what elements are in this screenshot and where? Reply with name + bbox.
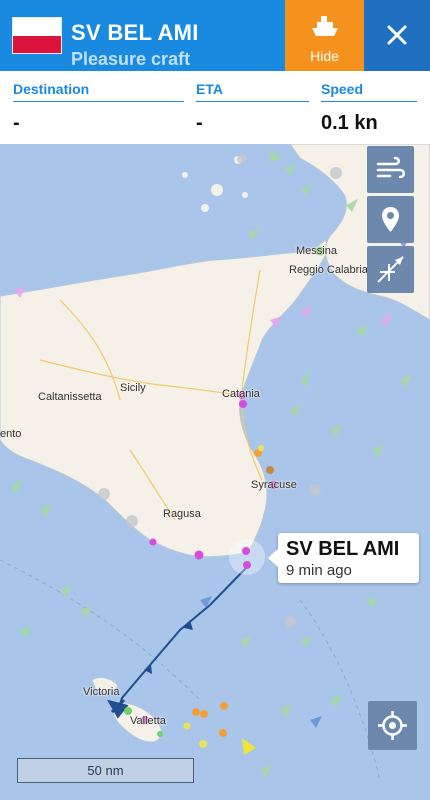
place-reggio-calabria: Reggio Calabria <box>289 264 368 276</box>
destination-label: Destination <box>13 81 184 102</box>
eta-field: ETA - <box>196 81 309 135</box>
flag-icon <box>12 17 62 54</box>
locate-button[interactable] <box>368 701 417 750</box>
wind-layer-button[interactable] <box>367 146 414 193</box>
place-valletta: Valletta <box>130 715 166 727</box>
place-sicily: Sicily <box>120 382 146 394</box>
destination-value: - <box>13 112 20 134</box>
voyage-info-panel: Destination - ETA - Speed 0.1 kn <box>0 71 430 144</box>
speed-label: Speed <box>321 81 417 102</box>
speed-value: 0.1 kn <box>321 112 378 134</box>
route-layer-button[interactable] <box>367 246 414 293</box>
close-icon <box>387 25 407 45</box>
close-button[interactable] <box>364 0 430 71</box>
place-syracuse: Syracuse <box>251 479 297 491</box>
ship-icon <box>312 16 338 36</box>
pin-icon <box>382 207 399 232</box>
wind-icon <box>376 156 405 179</box>
eta-value: - <box>196 112 203 134</box>
vessel-type: Pleasure craft <box>71 49 191 69</box>
map-layer-controls <box>367 146 414 296</box>
selected-vessel-halo <box>229 539 265 575</box>
place-victoria: Victoria <box>83 686 120 698</box>
vessel-callout[interactable]: SV BEL AMI 9 min ago <box>268 533 419 583</box>
place-caltanissetta: Caltanissetta <box>38 391 102 403</box>
place-ento: ento <box>0 428 22 440</box>
eta-label: ETA <box>196 81 309 102</box>
hide-button[interactable]: Hide <box>285 0 364 71</box>
vessel-name: SV BEL AMI <box>71 20 199 45</box>
hide-label: Hide <box>310 48 339 64</box>
place-catania: Catania <box>222 388 260 400</box>
callout-title: SV BEL AMI <box>286 538 400 560</box>
place-ragusa: Ragusa <box>163 508 201 520</box>
place-messina: Messina <box>296 245 337 257</box>
scale-label: 50 nm <box>87 763 124 778</box>
crosshair-icon <box>378 711 407 740</box>
destination-field: Destination - <box>13 81 184 135</box>
vessel-header: SV BEL AMI Pleasure craft Hide <box>0 0 430 71</box>
map-scale-bar: 50 nm <box>17 758 194 783</box>
route-icon <box>377 256 404 283</box>
callout-last-seen: 9 min ago <box>286 562 352 579</box>
place-layer-button[interactable] <box>367 196 414 243</box>
speed-field: Speed 0.1 kn <box>321 81 417 135</box>
